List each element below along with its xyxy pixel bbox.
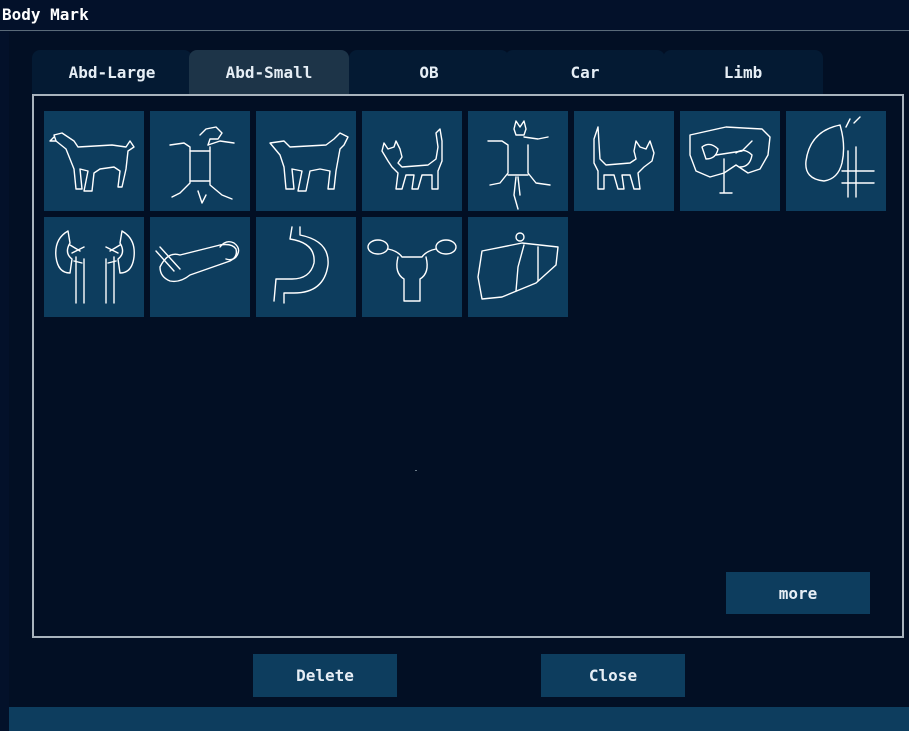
more-button-label: more bbox=[778, 583, 818, 603]
body-mark-tile[interactable] bbox=[786, 111, 886, 211]
body-mark-tile[interactable] bbox=[150, 111, 250, 211]
close-button-label: Close bbox=[588, 666, 638, 685]
tab-limb[interactable]: Limb bbox=[663, 50, 823, 94]
cat-side-icon bbox=[381, 128, 443, 190]
uterus-icon bbox=[367, 239, 457, 302]
tab-label: OB bbox=[419, 62, 439, 82]
cat-side-right-icon bbox=[593, 126, 655, 190]
body-mark-panel: more bbox=[32, 94, 904, 638]
tab-label: Car bbox=[570, 62, 600, 82]
tab-label: Limb bbox=[723, 62, 763, 82]
bladder-icon bbox=[805, 116, 875, 198]
status-bar bbox=[9, 707, 909, 731]
body-mark-tile[interactable] bbox=[362, 217, 462, 317]
kidneys-icon bbox=[55, 230, 135, 304]
cat-supine-icon bbox=[487, 120, 551, 210]
delete-button-label: Delete bbox=[296, 666, 354, 685]
window-title-bar: Body Mark bbox=[0, 0, 909, 31]
body-mark-tile[interactable] bbox=[574, 111, 674, 211]
tab-car[interactable]: Car bbox=[505, 50, 665, 94]
body-mark-tile[interactable] bbox=[468, 111, 568, 211]
liver-icon bbox=[477, 232, 559, 300]
more-button[interactable]: more bbox=[726, 572, 870, 614]
body-mark-tile[interactable] bbox=[256, 111, 356, 211]
body-mark-tile[interactable] bbox=[256, 217, 356, 317]
abdominal-organs-icon bbox=[689, 126, 771, 194]
tab-abd-small[interactable]: Abd-Small bbox=[189, 50, 349, 94]
dog-supine-icon bbox=[169, 126, 235, 204]
body-mark-tile[interactable] bbox=[680, 111, 780, 211]
close-button[interactable]: Close bbox=[541, 654, 685, 697]
body-mark-tile[interactable] bbox=[150, 217, 250, 317]
tab-abd-large[interactable]: Abd-Large bbox=[32, 50, 192, 94]
body-mark-tile[interactable] bbox=[362, 111, 462, 211]
body-mark-tile[interactable] bbox=[44, 217, 144, 317]
tab-ob[interactable]: OB bbox=[349, 50, 509, 94]
dog-side-icon bbox=[269, 132, 349, 192]
body-mark-tile[interactable] bbox=[44, 111, 144, 211]
body-mark-tile[interactable] bbox=[468, 217, 568, 317]
cursor-mark bbox=[415, 470, 417, 471]
stomach-icon bbox=[273, 226, 329, 304]
tab-label: Abd-Small bbox=[225, 62, 313, 82]
window-title: Body Mark bbox=[2, 5, 89, 24]
tab-label: Abd-Large bbox=[68, 62, 156, 82]
pancreas-icon bbox=[155, 240, 240, 283]
dog-side-icon bbox=[49, 132, 135, 192]
delete-button[interactable]: Delete bbox=[253, 654, 397, 697]
